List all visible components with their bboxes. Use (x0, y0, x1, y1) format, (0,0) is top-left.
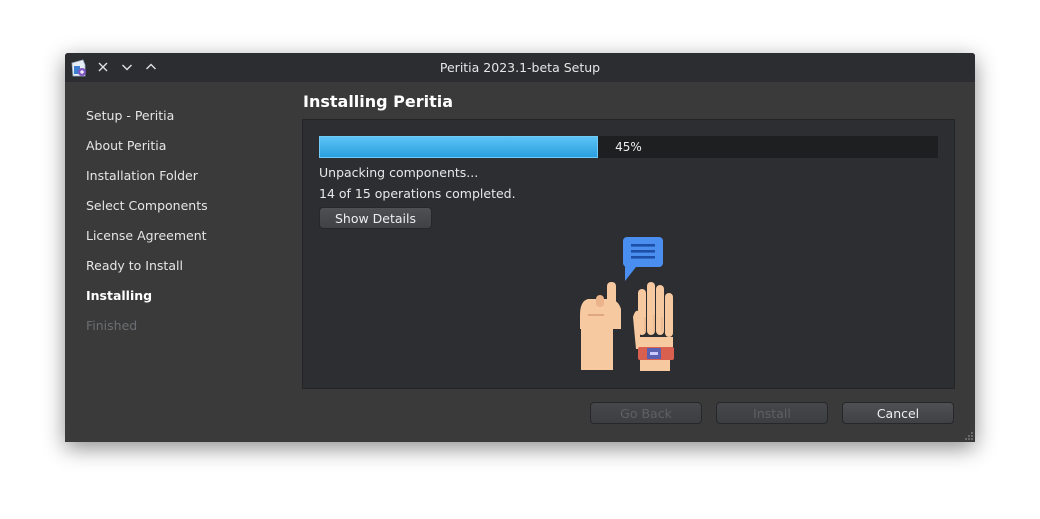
go-back-button[interactable]: Go Back (590, 402, 702, 424)
progress-percent: 45% (615, 140, 642, 154)
pointing-hand (580, 282, 621, 370)
step-installation-folder: Installation Folder (86, 168, 198, 183)
page-title: Installing Peritia (303, 92, 454, 111)
status-text: Unpacking components... (319, 165, 479, 180)
step-select-components: Select Components (86, 198, 208, 213)
installer-window: Peritia 2023.1-beta Setup Setup - Periti… (65, 53, 975, 442)
install-button[interactable]: Install (716, 402, 828, 424)
progress-bar: 45% (319, 136, 938, 158)
step-license-agreement: License Agreement (86, 228, 207, 243)
step-ready-to-install: Ready to Install (86, 258, 183, 273)
cancel-button[interactable]: Cancel (842, 402, 954, 424)
open-hand (633, 282, 674, 371)
title-bar[interactable]: Peritia 2023.1-beta Setup (65, 53, 975, 82)
speech-bubble-icon (623, 237, 663, 281)
steps-sidebar: Setup - Peritia About Peritia Installati… (65, 82, 290, 442)
resize-grip-icon[interactable] (964, 431, 974, 441)
window-title: Peritia 2023.1-beta Setup (439, 60, 601, 75)
operations-count: 14 of 15 operations completed. (319, 186, 516, 201)
step-finished: Finished (86, 318, 138, 333)
step-setup: Setup - Peritia (86, 108, 175, 123)
show-details-button[interactable]: Show Details (319, 207, 432, 229)
step-installing: Installing (86, 288, 153, 303)
installing-panel: 45% Unpacking components... 14 of 15 ope… (302, 119, 955, 389)
step-about: About Peritia (86, 138, 167, 153)
raised-hands-illustration (580, 237, 674, 371)
